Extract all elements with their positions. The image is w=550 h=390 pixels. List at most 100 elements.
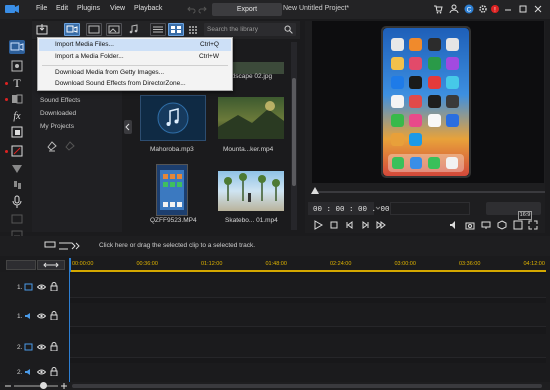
media-thumb-skateboard[interactable] (218, 171, 284, 211)
menu-item-import-media-folder[interactable]: Import a Media Folder... Ctrl+W (39, 51, 231, 63)
menu-item-download-sound-effects[interactable]: Download Sound Effects from DirectorZone… (39, 78, 231, 90)
particle-room-icon[interactable] (9, 144, 25, 158)
menu-file[interactable]: File (36, 5, 47, 12)
zoom-in-icon[interactable] (60, 382, 68, 390)
ruler-tick-label: 03:36:00 (459, 261, 481, 267)
close-icon[interactable] (533, 4, 543, 14)
3d-icon[interactable] (497, 220, 507, 230)
stop-icon[interactable] (329, 220, 339, 230)
track-row[interactable] (70, 334, 546, 358)
person-icon[interactable] (449, 4, 459, 14)
tab-image[interactable] (106, 23, 122, 36)
view-grid-icon[interactable] (168, 23, 184, 36)
ripple-editing-icon[interactable] (58, 239, 80, 251)
menu-edit[interactable]: Edit (56, 5, 68, 12)
ruler-tick-label: 01:48:00 (265, 261, 287, 267)
eye-icon[interactable] (37, 368, 46, 376)
track-row[interactable] (70, 303, 546, 327)
import-icon[interactable] (36, 24, 50, 36)
menu-playback[interactable]: Playback (134, 5, 162, 12)
tag-icon[interactable] (46, 140, 58, 152)
remove-tag-icon[interactable] (64, 140, 76, 152)
eye-icon[interactable] (37, 283, 46, 291)
settings-icon[interactable] (478, 4, 488, 14)
next-frame-icon[interactable] (360, 220, 370, 230)
fullscreen-icon[interactable] (528, 220, 538, 230)
previous-frame-icon[interactable] (345, 220, 355, 230)
play-icon[interactable] (313, 220, 323, 230)
chapter-room-icon[interactable] (9, 212, 25, 226)
quality-selector[interactable] (486, 202, 541, 215)
zoom-slider-handle[interactable] (40, 382, 47, 389)
room-toolbar: T fx (0, 19, 32, 240)
preview-scrubber[interactable] (313, 191, 545, 193)
title-bar: File Edit Plugins View Playback Export N… (0, 0, 550, 19)
lock-icon[interactable] (50, 342, 58, 351)
more-options-icon[interactable] (188, 25, 198, 35)
overlay-room-icon[interactable] (9, 125, 25, 139)
media-thumb-mountain[interactable] (218, 97, 284, 139)
menu-plugins[interactable]: Plugins (77, 5, 100, 12)
aspect-ratio-button[interactable]: 16:9 (518, 211, 532, 220)
title-room-icon[interactable]: T (9, 75, 25, 89)
tab-video[interactable] (86, 23, 102, 36)
fit-timeline-button[interactable] (37, 260, 65, 270)
search-icon[interactable] (284, 25, 293, 34)
ruler-tick-label: 01:12:00 (201, 261, 223, 267)
mode-selector[interactable] (390, 202, 470, 215)
playback-controls (305, 199, 545, 233)
account-icon[interactable]: C (464, 4, 474, 14)
effect-room-icon[interactable]: fx (9, 108, 25, 122)
audio-mixing-icon[interactable] (9, 179, 25, 193)
eye-icon[interactable] (37, 343, 46, 351)
fx-room-icon[interactable] (9, 59, 25, 73)
cart-icon[interactable] (433, 4, 443, 14)
media-thumb-audio[interactable] (140, 95, 206, 141)
media-thumb-phone[interactable] (156, 164, 188, 216)
track-header: 1. (0, 305, 68, 327)
menu-item-shortcut: Ctrl+Q (200, 41, 219, 48)
maximize-icon[interactable] (518, 4, 528, 14)
lock-icon[interactable] (50, 282, 58, 291)
menu-item-label: Download Media from Getty Images... (55, 69, 165, 76)
display-icon[interactable] (481, 220, 491, 230)
nav-downloaded[interactable]: Downloaded (40, 110, 76, 117)
volume-icon[interactable] (449, 220, 459, 230)
nav-sound-effects[interactable]: Sound Effects (40, 97, 80, 104)
undo-icon[interactable] (187, 5, 196, 14)
scrubber-handle-icon[interactable] (311, 187, 319, 195)
menu-item-import-media-files[interactable]: Import Media Files... Ctrl+Q (39, 39, 231, 51)
lock-icon[interactable] (50, 367, 58, 376)
track-manager-button[interactable] (6, 260, 36, 270)
menu-item-label: Import Media Files... (55, 41, 114, 48)
media-room-icon[interactable] (9, 40, 25, 54)
tab-media-all[interactable] (64, 23, 80, 36)
lock-icon[interactable] (50, 311, 58, 320)
track-row[interactable] (70, 274, 546, 298)
undock-icon[interactable] (513, 220, 523, 230)
snapshot-icon[interactable] (465, 220, 475, 230)
view-list-icon[interactable] (150, 23, 166, 36)
zoom-slider[interactable] (14, 385, 58, 387)
library-scroll-thumb[interactable] (292, 78, 296, 186)
transition-room-icon[interactable] (9, 92, 25, 106)
zoom-out-icon[interactable] (4, 382, 12, 390)
nav-my-projects[interactable]: My Projects (40, 123, 74, 130)
fast-forward-icon[interactable] (376, 220, 386, 230)
search-input[interactable]: Search the library (204, 23, 296, 36)
minimize-icon[interactable] (503, 4, 513, 14)
notification-icon[interactable]: ! (490, 4, 500, 14)
collapse-panel-icon[interactable] (124, 120, 132, 134)
timeline-tracks[interactable] (70, 272, 546, 387)
redo-icon[interactable] (198, 5, 207, 14)
audio-track-icon (24, 312, 33, 320)
track-number: 2. (17, 344, 23, 351)
timeline-hscroll[interactable] (72, 384, 542, 388)
insert-icon[interactable] (44, 239, 56, 249)
menu-view[interactable]: View (110, 5, 125, 12)
microphone-icon[interactable] (9, 195, 25, 209)
eye-icon[interactable] (37, 312, 46, 320)
tab-audio[interactable] (126, 23, 142, 36)
export-button[interactable]: Export (212, 3, 282, 16)
pip-room-icon[interactable] (9, 162, 25, 176)
